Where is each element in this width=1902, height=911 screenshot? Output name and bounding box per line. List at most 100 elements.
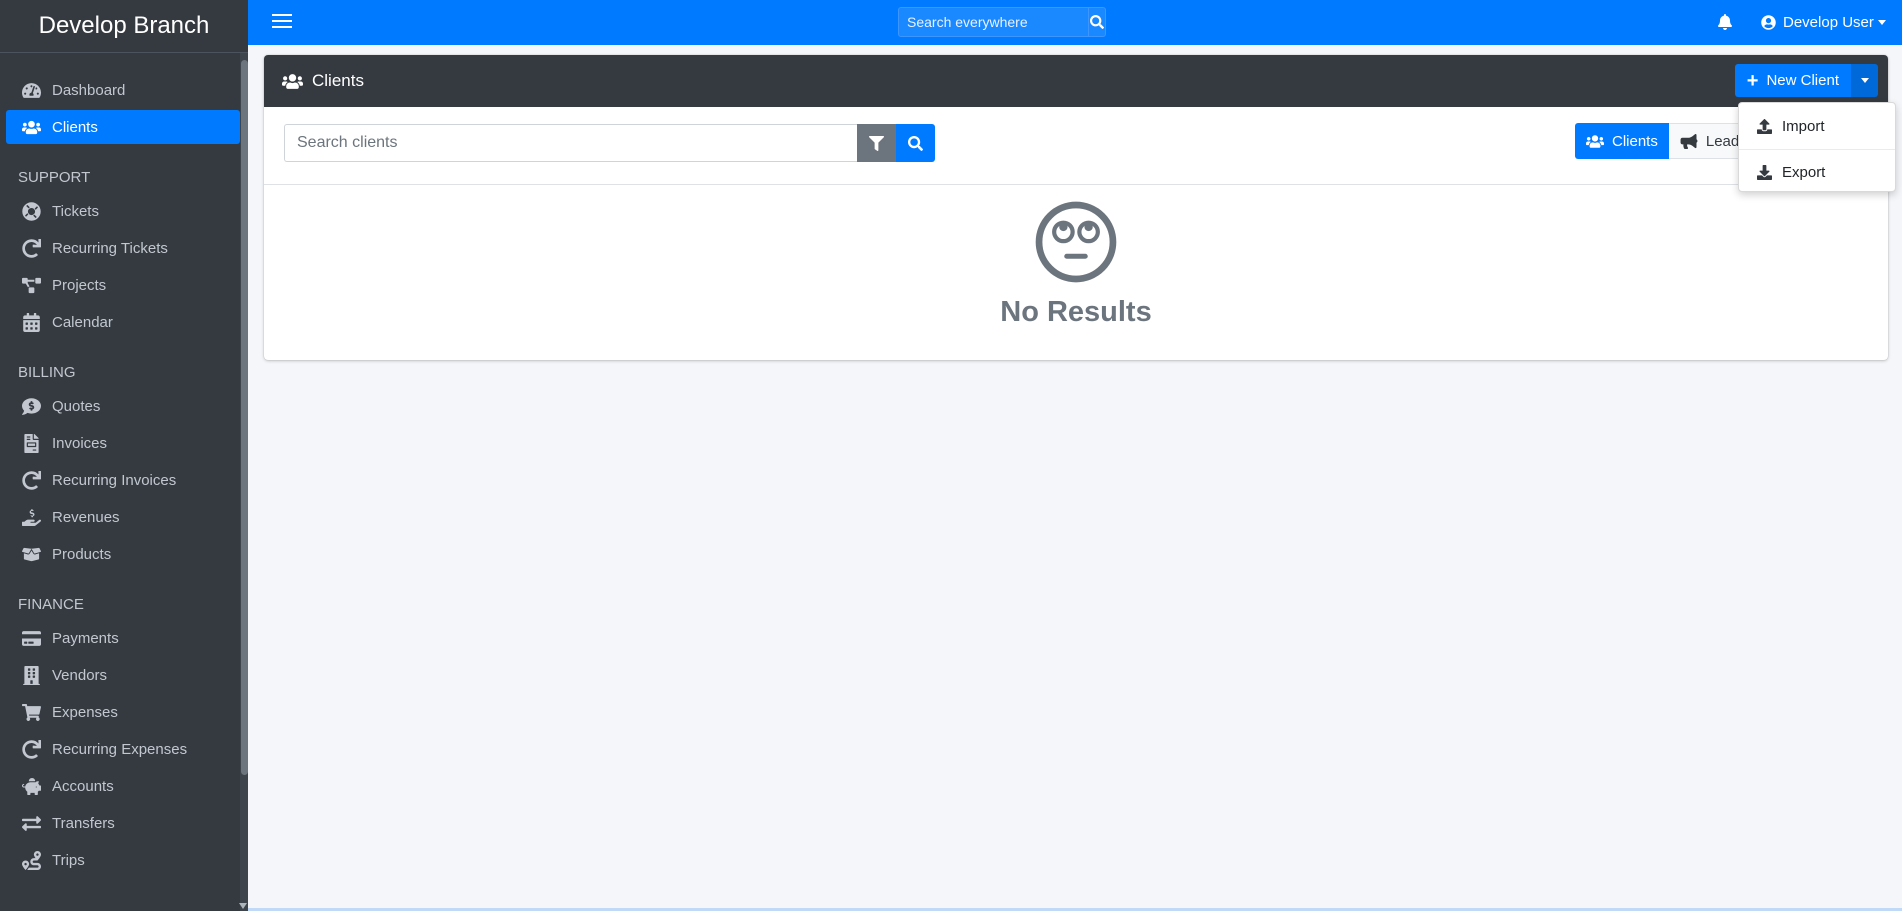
clients-leads-toggle: Clients Leads [1575,123,1759,159]
caret-down-icon [1860,78,1869,83]
global-search-button[interactable] [1088,8,1105,36]
import-menu-item[interactable]: Import [1739,110,1895,143]
sidebar-item-clients[interactable]: Clients [6,110,240,144]
sidebar-item-label: Tickets [52,202,99,220]
sidebar: Develop Branch Dashboard Clients SUPPORT Ti… [0,0,248,911]
dropdown-divider [1739,149,1895,150]
new-client-dropdown-menu: Import Export [1738,102,1896,192]
top-navbar: Develop User [248,0,1902,45]
clients-toggle-label: Clients [1612,132,1658,150]
meh-rolling-eyes-icon [1035,201,1117,283]
sidebar-item-vendors[interactable]: Vendors [6,658,240,692]
redo-icon [20,238,42,258]
clients-toggle-button[interactable]: Clients [1575,123,1669,159]
search-icon [908,135,923,151]
sidebar-item-invoices[interactable]: Invoices [6,426,240,460]
sidebar-item-payments[interactable]: Payments [6,621,240,655]
export-menu-item[interactable]: Export [1739,156,1895,189]
sidebar-item-label: Recurring Expenses [52,740,188,758]
sidebar-item-label: Vendors [52,666,108,684]
sidebar-item-revenues[interactable]: Revenues [6,500,240,534]
sidebar-item-tickets[interactable]: Tickets [6,194,240,228]
client-search-button[interactable] [896,124,935,162]
sidebar-item-label: Expenses [52,703,118,721]
sidebar-section-finance: FINANCE [18,596,84,613]
sidebar-item-label: Products [52,545,112,563]
credit-card-icon [20,628,42,648]
sidebar-item-label: Accounts [52,777,114,795]
new-client-dropdown-toggle[interactable] [1851,64,1878,97]
sidebar-item-trips[interactable]: Trips [6,843,240,877]
life-ring-icon [20,201,42,221]
plus-icon: + [1746,69,1759,92]
sidebar-item-label: Trips [52,851,85,869]
user-menu[interactable]: Develop User [1761,0,1886,45]
global-search-input[interactable] [899,8,1088,36]
clients-card: Clients + New Client Clients [264,55,1888,360]
sidebar-item-label: Dashboard [52,81,126,99]
filter-button[interactable] [857,124,896,162]
client-search-input[interactable] [284,124,857,162]
no-results-text: No Results [1000,296,1152,328]
sidebar-nav: Dashboard Clients SUPPORT Tickets Recurring … [0,53,248,877]
box-open-icon [20,544,42,564]
sidebar-item-recurring-expenses[interactable]: Recurring Expenses [6,732,240,766]
sidebar-item-label: Clients [52,118,98,136]
sidebar-item-projects[interactable]: Projects [6,268,240,302]
sidebar-item-products[interactable]: Products [6,537,240,571]
sidebar-item-label: Payments [52,629,119,647]
exchange-icon [20,813,42,833]
new-client-button[interactable]: + New Client [1734,64,1851,97]
sidebar-item-label: Projects [52,276,107,294]
notifications-bell-icon[interactable] [1717,14,1733,30]
file-invoice-icon [20,433,42,453]
import-label: Import [1782,118,1825,135]
sidebar-item-label: Quotes [52,397,101,415]
sidebar-item-label: Invoices [52,434,108,452]
brand-title[interactable]: Develop Branch [0,0,248,53]
sidebar-item-quotes[interactable]: Quotes [6,389,240,423]
users-icon [20,117,42,137]
download-icon [1757,165,1772,180]
card-header: Clients + New Client [264,55,1888,107]
sidebar-item-transfers[interactable]: Transfers [6,806,240,840]
sidebar-item-label: Recurring Tickets [52,239,168,257]
upload-icon [1757,119,1772,134]
sidebar-section-billing: BILLING [18,364,76,381]
building-icon [20,665,42,685]
scroll-down-arrow-icon[interactable] [239,903,247,909]
client-search-group [284,124,935,162]
export-label: Export [1782,164,1826,181]
sidebar-item-dashboard[interactable]: Dashboard [6,73,240,107]
sidebar-item-recurring-tickets[interactable]: Recurring Tickets [6,231,240,265]
menu-toggle-icon[interactable] [272,14,292,30]
comment-dollar-icon [20,396,42,416]
new-client-label: New Client [1766,72,1839,89]
filter-icon [869,135,884,151]
hand-holding-usd-icon [20,507,42,527]
bullhorn-icon [1680,133,1698,149]
sidebar-item-recurring-invoices[interactable]: Recurring Invoices [6,463,240,497]
sidebar-item-expenses[interactable]: Expenses [6,695,240,729]
sidebar-item-label: Recurring Invoices [52,471,177,489]
card-title: Clients [312,71,364,90]
sidebar-item-accounts[interactable]: Accounts [6,769,240,803]
global-search [898,7,1106,37]
sidebar-item-label: Revenues [52,508,120,526]
redo-icon [20,739,42,759]
route-icon [20,850,42,870]
dashboard-icon [20,80,42,100]
search-icon [1090,15,1104,29]
new-client-button-group: + New Client [1734,64,1878,97]
shopping-cart-icon [20,702,42,722]
sidebar-item-label: Calendar [52,313,113,331]
sidebar-item-calendar[interactable]: Calendar [6,305,240,339]
calendar-icon [20,312,42,332]
redo-icon [20,470,42,490]
empty-state: No Results [264,200,1888,329]
sidebar-section-support: SUPPORT [18,169,91,186]
sidebar-scrollbar-thumb[interactable] [241,60,248,775]
user-circle-icon [1761,15,1776,30]
user-name: Develop User [1783,14,1874,31]
project-diagram-icon [20,275,42,295]
